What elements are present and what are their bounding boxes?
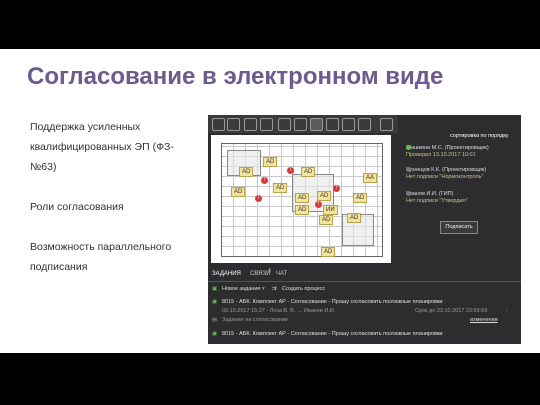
ad-marker[interactable]: AD [295, 205, 310, 215]
comment-pin-icon[interactable]: ! [333, 185, 340, 192]
ad-marker[interactable]: AD [301, 167, 316, 177]
slide: Согласование в электронном виде Поддержк… [0, 49, 540, 353]
links-count-badge: 4 [268, 268, 271, 274]
stamp-icon[interactable] [342, 118, 355, 131]
task-meta: 03.10.2017 15:27 - Лоза В. В. → Иванов И… [222, 308, 336, 314]
new-task-button[interactable]: Новое задание [222, 286, 261, 292]
ad-marker[interactable]: AD [295, 193, 310, 203]
tab-chat[interactable]: ЧАТ [276, 271, 287, 277]
sign-button[interactable]: Подписать [440, 221, 478, 234]
text-icon[interactable] [358, 118, 371, 131]
ad-marker[interactable]: AD [321, 247, 336, 257]
bottom-tabs: ЗАДАНИЯ СВЯЗИ 4 ЧАТ [208, 267, 521, 282]
task-deadline: Срок до 23.10.2017 23:59:59 [415, 308, 488, 314]
tab-tasks[interactable]: ЗАДАНИЯ [212, 271, 241, 277]
pending-icon [406, 191, 411, 196]
comment-pin-icon[interactable]: ! [261, 177, 268, 184]
new-task-icon: ▣ [212, 286, 218, 292]
ii-marker[interactable]: ИИ [323, 205, 338, 215]
create-process-button[interactable]: Создать процесс [282, 286, 325, 292]
bullet-list: Поддержка усиленных квалифицированных ЭП… [30, 117, 200, 297]
aa-marker[interactable]: AA [363, 173, 378, 183]
app-screenshot: AD AD AD AD AD AD AD AD AD AA AD AD AD И… [208, 115, 521, 344]
ad-marker[interactable]: AD [239, 167, 254, 177]
zoom-out-icon[interactable] [227, 118, 240, 131]
print-icon[interactable] [278, 118, 291, 131]
signer-status: Проверил 13.10.2017 10:01 [406, 152, 476, 158]
more-icon[interactable]: ⋮ [504, 308, 510, 314]
bullet-2: Роли согласования [30, 201, 124, 213]
sort-link[interactable]: сортировка по порядку [450, 133, 509, 139]
signers-panel: сортировка по порядку Шишкина М.С. (Прое… [398, 115, 521, 265]
signer-name: Кузнецов К.К. (Проектировщик) [406, 167, 487, 173]
ad-marker[interactable]: AD [319, 215, 334, 225]
signer-name: Шишкина М.С. (Проектировщик) [406, 145, 489, 151]
pen-icon[interactable] [326, 118, 339, 131]
drawing-canvas[interactable]: AD AD AD AD AD AD AD AD AD AA AD AD AD И… [211, 135, 391, 263]
signer-name: Иванов И.И. (ГИП) [406, 191, 454, 197]
task-title: 8015 - АБК. Комплект АР - Согласование -… [222, 331, 443, 337]
pending-icon [406, 167, 411, 172]
pointer-icon[interactable] [310, 118, 323, 131]
save-icon[interactable] [294, 118, 307, 131]
doc-icon: ▤ [212, 317, 218, 323]
signer-status: Нет подписи "Нормоконтроль" [406, 174, 484, 180]
comment-pin-icon[interactable]: ! [287, 167, 294, 174]
check-icon [406, 145, 411, 150]
task-icon: ▣ [212, 299, 218, 305]
task-title: 8015 - АБК. Комплект АР - Согласование -… [222, 299, 443, 305]
page-title: Согласование в электронном виде [27, 63, 444, 90]
close-icon[interactable] [380, 118, 393, 131]
ad-marker[interactable]: AD [317, 191, 332, 201]
dropdown-icon[interactable]: ▾ [262, 286, 265, 292]
signer-1: Шишкина М.С. (Проектировщик) Проверил 13… [406, 145, 489, 159]
task-subtitle: Задание на согласование [222, 317, 288, 323]
ad-marker[interactable]: AD [273, 183, 288, 193]
bullet-3: Возможность параллельного подписания [30, 241, 172, 273]
comment-pin-icon[interactable]: ! [255, 195, 262, 202]
task-list: ▣ Новое задание ▾ ⇉ Создать процесс ▣ 80… [208, 283, 521, 344]
ad-marker[interactable]: AD [353, 193, 368, 203]
changes-link[interactable]: изменения [470, 317, 498, 323]
pages-icon[interactable] [260, 118, 273, 131]
signer-2: Кузнецов К.К. (Проектировщик) Нет подпис… [406, 167, 486, 181]
ad-marker[interactable]: AD [347, 213, 362, 223]
viewer-toolbar [208, 115, 398, 133]
signer-3: Иванов И.И. (ГИП) Нет подписи "Утвердил" [406, 191, 468, 205]
ad-marker[interactable]: AD [263, 157, 278, 167]
task-icon: ▣ [212, 331, 218, 337]
page-icon[interactable] [244, 118, 257, 131]
bullet-1: Поддержка усиленных квалифицированных ЭП… [30, 121, 174, 173]
process-icon: ⇉ [272, 286, 277, 292]
zoom-in-icon[interactable] [212, 118, 225, 131]
signer-status: Нет подписи "Утвердил" [406, 198, 468, 204]
ad-marker[interactable]: AD [231, 187, 246, 197]
comment-pin-icon[interactable]: ! [315, 201, 322, 208]
